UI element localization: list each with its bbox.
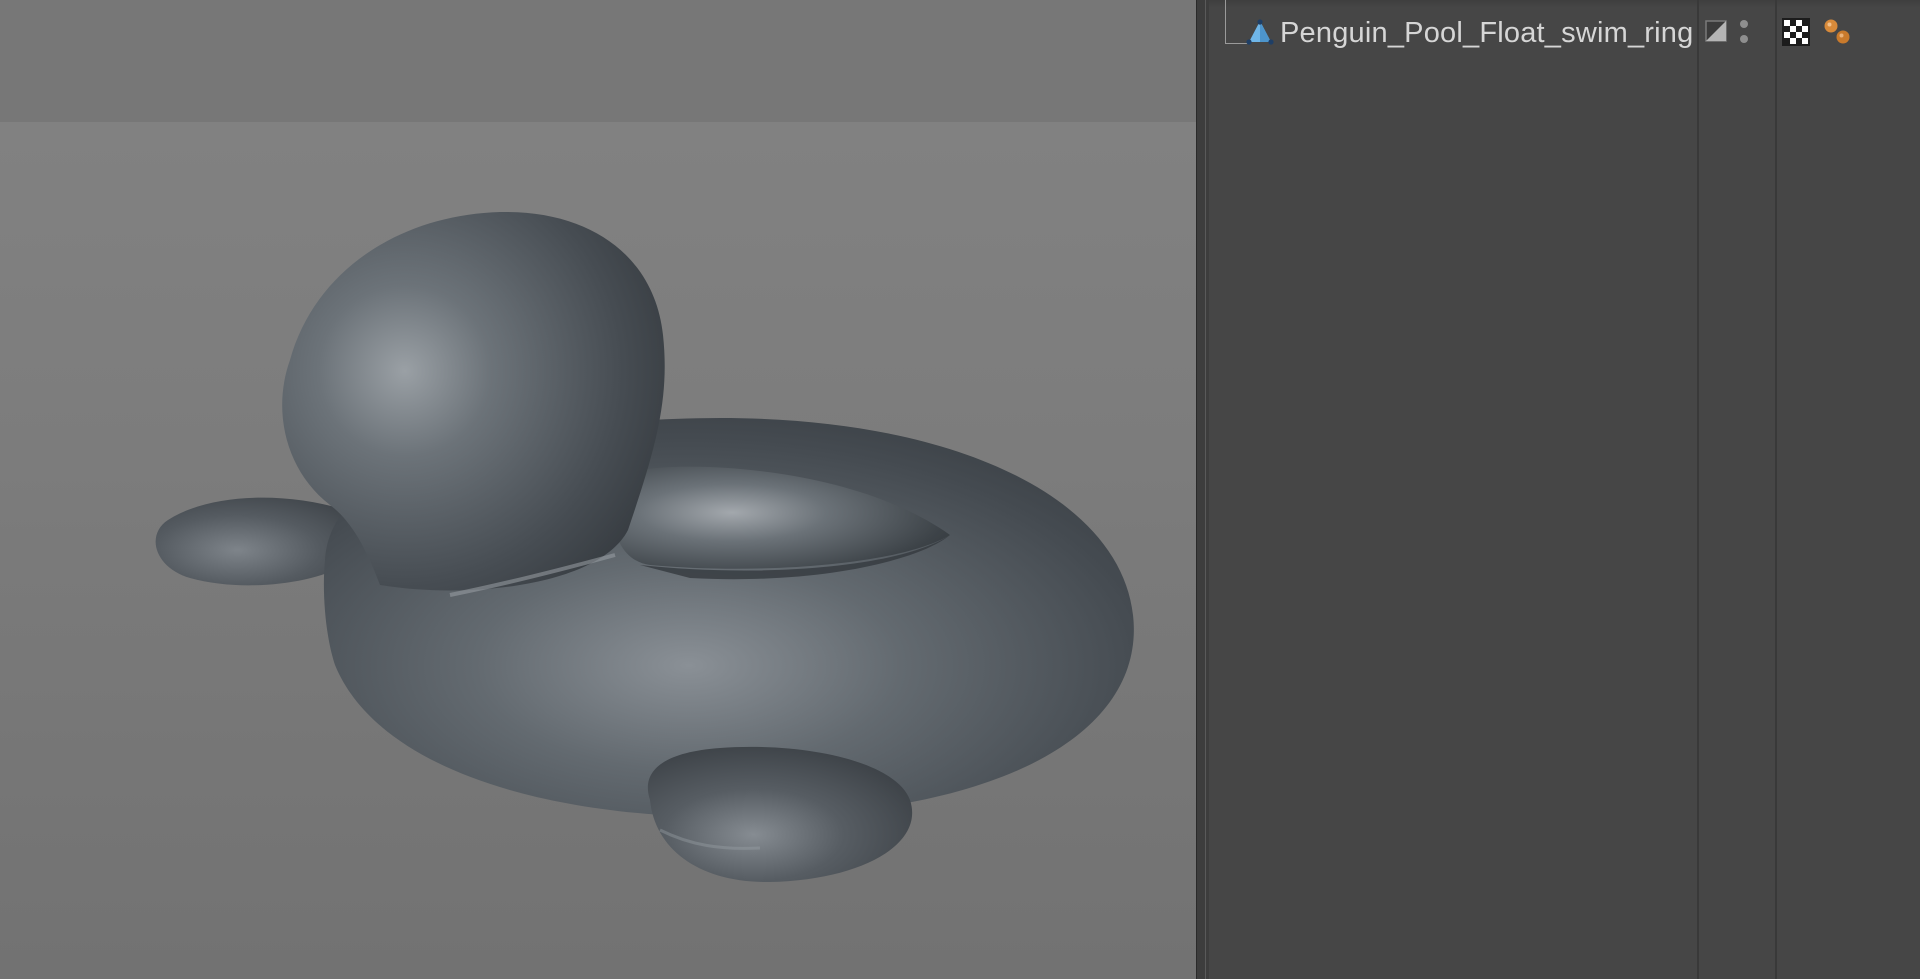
object-manager-panel[interactable]: Penguin_Pool_Float_swim_ring bbox=[1209, 0, 1920, 979]
phong-tag-icon[interactable] bbox=[1822, 16, 1852, 46]
3d-viewport[interactable] bbox=[0, 0, 1196, 979]
column-separator[interactable] bbox=[1775, 0, 1777, 979]
penguin-swim-ring-model[interactable] bbox=[0, 0, 1196, 979]
visibility-toggle-icon[interactable] bbox=[1705, 20, 1727, 42]
splitter-line bbox=[1205, 0, 1206, 979]
object-row[interactable]: Penguin_Pool_Float_swim_ring bbox=[1209, 12, 1920, 50]
material-tag-icon[interactable] bbox=[1782, 18, 1810, 46]
object-name[interactable]: Penguin_Pool_Float_swim_ring bbox=[1280, 17, 1693, 50]
panel-splitter[interactable] bbox=[1196, 0, 1209, 979]
polygon-object-icon bbox=[1246, 19, 1274, 45]
previous-row-edge bbox=[1209, 0, 1920, 8]
editor-render-dots-icon[interactable] bbox=[1738, 18, 1750, 46]
column-separator[interactable] bbox=[1697, 0, 1699, 979]
